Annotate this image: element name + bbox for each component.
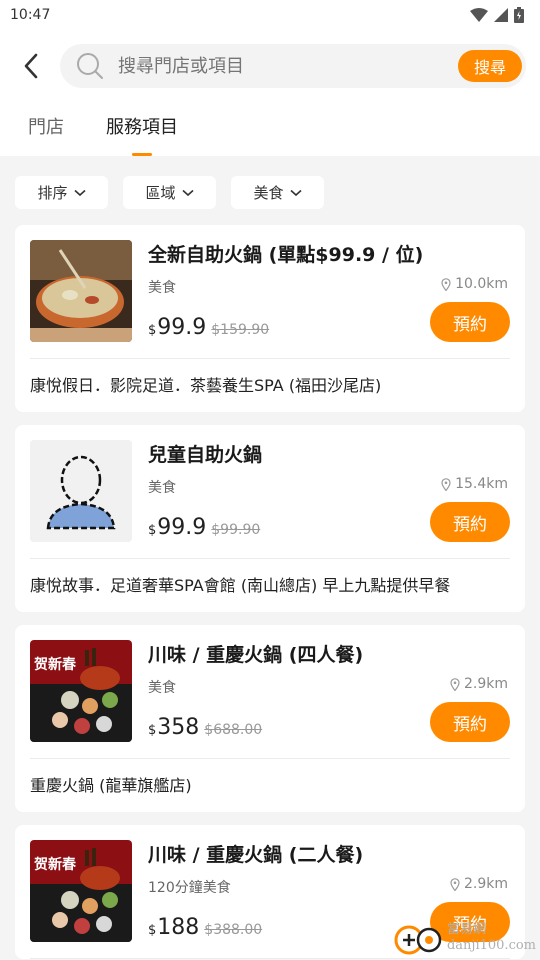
chevron-left-icon (24, 53, 38, 79)
distance-value: 2.9km (463, 676, 508, 692)
divider (30, 958, 510, 959)
wifi-icon (470, 8, 488, 22)
hotpot-photo (30, 240, 132, 342)
status-bar: 10:47 (0, 0, 540, 30)
filter-bar: 排序 區域 美食 (0, 156, 540, 225)
location-pin-icon (441, 477, 451, 491)
original-price: $388.00 (204, 922, 263, 938)
filter-label: 美食 (253, 184, 284, 202)
banner-text: 贺新春 (34, 657, 76, 673)
status-icons (470, 7, 524, 23)
distance-value: 15.4km (455, 476, 508, 492)
price-row: $ 99.9 $99.90 (148, 515, 260, 540)
status-time: 10:47 (10, 7, 51, 23)
book-button[interactable]: 預約 (430, 702, 510, 742)
distance: 10.0km (441, 276, 508, 292)
location-pin-icon (450, 877, 460, 891)
store-name: 重慶火鍋 (龍華旗艦店) (30, 776, 192, 795)
distance: 2.9km (450, 676, 508, 692)
watermark-logo-icon (394, 925, 442, 955)
sale-price: 358 (157, 715, 200, 740)
header: 搜尋 (0, 30, 540, 102)
search-input[interactable] (118, 55, 458, 77)
service-card[interactable]: 兒童自助火鍋 美食 15.4km $ 99.9 $99.90 預約 康悅故事．足… (15, 425, 525, 612)
signal-icon (494, 8, 508, 22)
search-button[interactable]: 搜尋 (458, 50, 522, 82)
sale-price: 99.9 (157, 515, 207, 540)
filter-category[interactable]: 美食 (231, 176, 324, 209)
hotpot-set-photo: 贺新春 (30, 840, 132, 942)
price-row: $ 188 $388.00 (148, 915, 262, 940)
sale-price: 188 (157, 915, 200, 940)
book-button[interactable]: 預約 (430, 502, 510, 542)
distance: 15.4km (441, 476, 508, 492)
chevron-down-icon (289, 189, 302, 196)
store-name: 康悅假日．影院足道．茶藝養生SPA (福田沙尾店) (30, 376, 382, 395)
original-price: $99.90 (211, 522, 261, 538)
original-price: $688.00 (204, 722, 263, 738)
service-title: 兒童自助火鍋 (148, 444, 263, 466)
service-title: 川味 / 重慶火鍋 (二人餐) (148, 844, 364, 866)
distance: 2.9km (450, 876, 508, 892)
book-button[interactable]: 預約 (430, 302, 510, 342)
distance-value: 2.9km (463, 876, 508, 892)
price-row: $ 358 $688.00 (148, 715, 262, 740)
banner-text: 贺新春 (34, 857, 76, 873)
watermark-site-url: danji100.com (446, 938, 536, 953)
store-name: 康悅故事．足道奢華SPA會館 (南山總店) 早上九點提供早餐 (30, 576, 451, 595)
watermark: 當易網 danji100.com (393, 920, 536, 956)
chevron-down-icon (181, 189, 194, 196)
hotpot-set-photo: 贺新春 (30, 640, 132, 742)
sale-price: 99.9 (157, 315, 207, 340)
watermark-text: 當易網 danji100.com (447, 922, 536, 953)
tab-services[interactable]: 服務項目 (106, 102, 178, 156)
tab-stores[interactable]: 門店 (28, 102, 64, 156)
currency-symbol: $ (148, 523, 157, 538)
back-button[interactable] (16, 46, 46, 86)
watermark-site-cn: 當易網 (446, 922, 486, 938)
service-card[interactable]: 贺新春 川味 / 重慶火鍋 (四人餐) 美食 2.9km $ 358 $688.… (15, 625, 525, 812)
original-price: $159.90 (211, 322, 270, 338)
location-pin-icon (450, 677, 460, 691)
search-icon (77, 53, 103, 79)
filter-label: 區域 (145, 184, 176, 202)
service-title: 全新自助火鍋 (單點$99.9 / 位) (148, 244, 424, 266)
service-card[interactable]: 全新自助火鍋 (單點$99.9 / 位) 美食 10.0km $ 99.9 $1… (15, 225, 525, 412)
service-list: 全新自助火鍋 (單點$99.9 / 位) 美食 10.0km $ 99.9 $1… (0, 225, 540, 959)
currency-symbol: $ (148, 923, 157, 938)
filter-sort[interactable]: 排序 (15, 176, 108, 209)
location-pin-icon (441, 277, 451, 291)
search-bar[interactable]: 搜尋 (60, 44, 526, 88)
currency-symbol: $ (148, 323, 157, 338)
chevron-down-icon (73, 189, 86, 196)
price-row: $ 99.9 $159.90 (148, 315, 269, 340)
tab-bar: 門店 服務項目 (0, 102, 540, 156)
filter-label: 排序 (37, 184, 68, 202)
service-title: 川味 / 重慶火鍋 (四人餐) (148, 644, 364, 666)
battery-icon (514, 7, 524, 23)
avatar-placeholder (30, 440, 132, 542)
currency-symbol: $ (148, 723, 157, 738)
filter-region[interactable]: 區域 (123, 176, 216, 209)
distance-value: 10.0km (455, 276, 508, 292)
